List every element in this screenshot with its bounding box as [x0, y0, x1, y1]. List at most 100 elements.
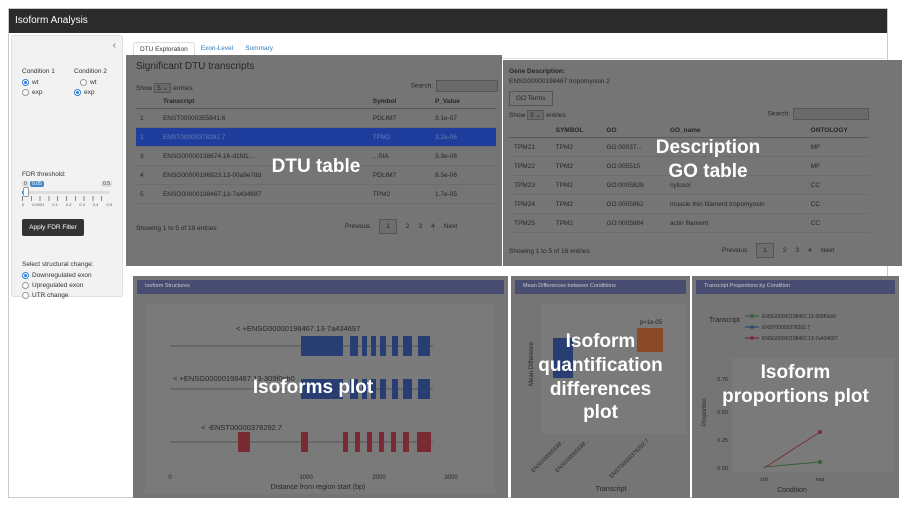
dtu-search-input[interactable]	[436, 80, 498, 92]
page-button-current[interactable]: 1	[756, 243, 774, 258]
structural-radio-utr[interactable]: UTR change	[22, 292, 92, 299]
search-label: Search:	[410, 82, 433, 90]
table-cell: actin filament	[664, 213, 806, 233]
x-axis-label: Condition	[777, 487, 807, 494]
exon-block	[301, 432, 308, 452]
previous-page-button[interactable]: Previous	[722, 247, 747, 254]
slider-ticks	[22, 196, 110, 201]
entries-select[interactable]: 5 ⌄	[154, 83, 172, 93]
table-cell: TPM23	[509, 175, 551, 195]
table-cell: TPM21	[509, 137, 551, 157]
slider-tick-labels: 0 0.0001 0.1 0.2 0.3 0.4 0.5	[22, 202, 112, 207]
structural-change-label: Select structural change:	[22, 261, 94, 268]
structural-radio-upregulated[interactable]: Upregulated exon	[22, 282, 92, 289]
x-tick-label: exp	[816, 477, 825, 483]
table-cell: TPM2	[550, 175, 602, 195]
column-header-index[interactable]	[136, 95, 159, 109]
structural-radio-downregulated[interactable]: Downregulated exon	[22, 272, 92, 279]
table-cell: 1.7e-05	[430, 184, 496, 204]
slider-value-label: 0.05	[30, 181, 44, 187]
radio-icon	[80, 79, 87, 86]
radio-icon	[22, 292, 29, 299]
exon-block	[371, 336, 376, 356]
table-row-selected[interactable]: 2 ENST00000378292.7 TPM2 3.2e-06	[136, 127, 496, 147]
page-button[interactable]: 3	[796, 247, 800, 254]
slider-track[interactable]	[22, 191, 110, 194]
dtu-table: Transcript Symbol P_Value 1 ENST000003558…	[136, 95, 496, 204]
table-cell: 5	[136, 184, 159, 204]
radio-label: Downregulated exon	[32, 272, 92, 279]
column-header-symbol[interactable]: Symbol	[368, 95, 431, 109]
table-cell: TPM2	[550, 194, 602, 214]
previous-page-button[interactable]: Previous	[345, 223, 370, 230]
table-cell: TPM2	[550, 213, 602, 233]
apply-fdr-button[interactable]: Apply FDR Filter	[22, 219, 84, 236]
table-cell: TPM2	[550, 137, 602, 157]
proportions-plot-overlay-label: Isoform proportions plot	[692, 361, 899, 409]
fdr-slider[interactable]: 0 0.05 0.5 0 0.0001 0.1 0.2 0.3 0.4 0.5	[22, 181, 112, 214]
condition2-radio-wt[interactable]: wt	[80, 79, 107, 86]
column-header-rowname[interactable]	[509, 124, 551, 138]
y-tick-label: 0.50	[717, 410, 728, 416]
show-label: Show	[509, 112, 526, 119]
fdr-label: FDR threshold:	[22, 171, 66, 178]
condition1-radio-wt[interactable]: wt	[22, 79, 55, 86]
go-table-panel: Gene Description: ENSG00000198467 tropom…	[503, 60, 902, 266]
column-header-symbol[interactable]: SYMBOL	[550, 124, 602, 138]
legend-marker	[750, 325, 754, 329]
dtu-table-info: Showing 1 to 5 of 19 entries	[136, 225, 217, 232]
slider-max-label: 0.5	[101, 181, 112, 187]
tick-label: 0.0001	[32, 202, 45, 207]
page-button[interactable]: 2	[783, 247, 787, 254]
radio-selected-icon	[74, 89, 81, 96]
table-row[interactable]: TPM24 TPM2 GO:0005862 muscle thin filament …	[509, 194, 869, 214]
exon-block	[417, 432, 431, 452]
next-page-button[interactable]: Next	[444, 223, 457, 230]
isoform-label: < +ENSG00000198467.13-7a434697	[236, 324, 360, 333]
go-pagination: Previous 1 2 3 4 Next	[722, 243, 834, 258]
page-button[interactable]: 4	[431, 223, 435, 230]
search-label: Search:	[767, 110, 790, 118]
next-page-button[interactable]: Next	[821, 247, 834, 254]
page-button-current[interactable]: 1	[379, 219, 397, 234]
go-length-control: Show 5 ⌄ entries	[509, 110, 566, 120]
table-cell: muscle thin filament tropomyosin	[664, 194, 806, 214]
x-axis-label: Distance from region start (bp)	[271, 484, 366, 491]
exon-block	[343, 432, 348, 452]
quantification-plot-overlay-label: Isoform quantification differences plot	[511, 330, 690, 425]
condition1-radio-exp[interactable]: exp	[22, 89, 55, 96]
column-header-transcript[interactable]: Transcript	[158, 95, 369, 109]
column-header-ontology[interactable]: ONTOLOGY	[805, 124, 869, 138]
page-button[interactable]: 3	[419, 223, 423, 230]
go-table-overlay-label: Description GO table	[613, 136, 803, 184]
table-row[interactable]: TPM25 TPM2 GO:0005884 actin filament CC	[509, 213, 869, 233]
condition2-radio-exp[interactable]: exp	[74, 89, 107, 96]
entries-select[interactable]: 5 ⌄	[527, 110, 545, 120]
entries-label: entries	[173, 85, 193, 92]
overlay-line: GO table	[668, 160, 748, 182]
overlay-line: differences	[549, 378, 652, 400]
table-cell: TPM24	[509, 194, 551, 214]
table-row[interactable]: 1 ENST00000355841.6 PDLIM7 3.1e-07	[136, 108, 496, 128]
legend-label: ENST00000378292.7	[762, 325, 810, 331]
table-row[interactable]: 5 ENSG00000198467.13-7a434697 TPM2 1.7e-05	[136, 184, 496, 204]
y-tick-label: 0.25	[717, 438, 728, 444]
condition2-label: Condition 2	[74, 68, 107, 75]
chevron-left-icon[interactable]: ‹	[113, 40, 116, 51]
table-cell: TPM2	[368, 184, 431, 204]
column-header-pvalue[interactable]: P_Value	[430, 95, 496, 109]
overlay-line: proportions plot	[722, 385, 869, 407]
legend-title: Transcript	[709, 317, 740, 324]
exon-block	[380, 336, 386, 356]
page-button[interactable]: 4	[808, 247, 812, 254]
legend-marker	[750, 314, 754, 318]
go-terms-button[interactable]: GO Terms	[509, 91, 553, 106]
page-button[interactable]: 2	[406, 223, 410, 230]
exon-block	[238, 432, 250, 452]
radio-label: exp	[32, 89, 43, 96]
overlay-line: Isoform	[565, 331, 636, 352]
legend-label: ENSG00000198467.13-7a434697	[762, 336, 838, 342]
exon-block	[350, 336, 358, 356]
go-search-input[interactable]	[793, 108, 869, 120]
dtu-table-title: Significant DTU transcripts	[136, 61, 255, 72]
